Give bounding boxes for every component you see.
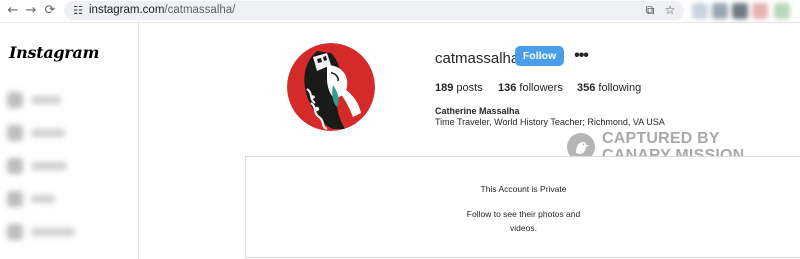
followers-label: followers: [519, 82, 563, 94]
back-arrow-icon[interactable]: ←: [4, 2, 22, 20]
extension-icon[interactable]: [712, 3, 728, 19]
sidebar-item-blurred[interactable]: [7, 223, 77, 241]
sidebar-item-label-blurred: [31, 162, 67, 170]
sidebar-item-blurred[interactable]: [7, 190, 77, 208]
messages-icon: [7, 224, 23, 240]
url-path: /catmassalha/: [164, 4, 236, 16]
followers-stat[interactable]: 136 followers: [498, 82, 563, 94]
extensions-area: [690, 3, 798, 19]
reels-icon: [7, 191, 23, 207]
extension-icon[interactable]: [732, 3, 748, 19]
private-account-notice: This Account is Private Follow to see th…: [245, 156, 800, 258]
following-label: following: [598, 82, 642, 94]
url-host: instagram.com: [89, 4, 165, 16]
bookmark-star-icon[interactable]: ☆: [662, 2, 678, 19]
forward-arrow-icon[interactable]: →: [22, 2, 40, 20]
site-info-icon[interactable]: ☷: [71, 2, 85, 19]
sidebar-item-label-blurred: [31, 129, 65, 137]
sidebar-item-blurred[interactable]: [7, 157, 77, 175]
sidebar-item-label-blurred: [31, 228, 75, 236]
following-count: 356: [577, 82, 596, 94]
extension-icon[interactable]: [692, 3, 708, 19]
extension-icon[interactable]: [774, 3, 790, 19]
sidebar-item-blurred[interactable]: [7, 91, 77, 109]
private-notice-title: This Account is Private: [480, 184, 567, 194]
sidebar-item-label-blurred: [31, 195, 55, 203]
watermark-line-1: CAPTURED BY: [602, 130, 720, 147]
explore-icon: [7, 158, 23, 174]
posts-stat: 189 posts: [435, 82, 483, 94]
browser-toolbar: ← → ⟳ ☷ instagram.com/catmassalha/ ⧉ ☆: [0, 0, 800, 23]
extension-icon[interactable]: [752, 3, 768, 19]
followers-count: 136: [498, 82, 517, 94]
cast-icon[interactable]: ⧉: [642, 2, 658, 19]
following-stat[interactable]: 356 following: [577, 82, 641, 94]
home-icon: [7, 92, 23, 108]
posts-label: posts: [456, 82, 483, 94]
sidebar-item-blurred[interactable]: [7, 124, 77, 142]
profile-username: catmassalha: [435, 50, 520, 67]
posts-count: 189: [435, 82, 454, 94]
profile-bio: Time Traveler, World History Teacher; Ri…: [435, 117, 665, 127]
follow-button[interactable]: Follow: [515, 46, 564, 66]
profile-avatar[interactable]: [287, 43, 375, 131]
address-bar[interactable]: ☷ instagram.com/catmassalha/ ⧉ ☆: [64, 1, 684, 20]
avatar-illustration: [287, 43, 375, 131]
url-text[interactable]: instagram.com/catmassalha/: [89, 3, 235, 18]
reload-icon[interactable]: ⟳: [41, 2, 59, 20]
sidebar: Instagram: [0, 23, 139, 259]
sidebar-item-label-blurred: [31, 96, 61, 104]
more-options-icon[interactable]: •••: [572, 47, 590, 65]
private-notice-subtitle: Follow to see their photos and videos.: [466, 209, 581, 233]
instagram-logo[interactable]: Instagram: [9, 43, 99, 62]
search-icon: [7, 125, 23, 141]
profile-full-name: Catherine Massalha: [435, 106, 520, 116]
